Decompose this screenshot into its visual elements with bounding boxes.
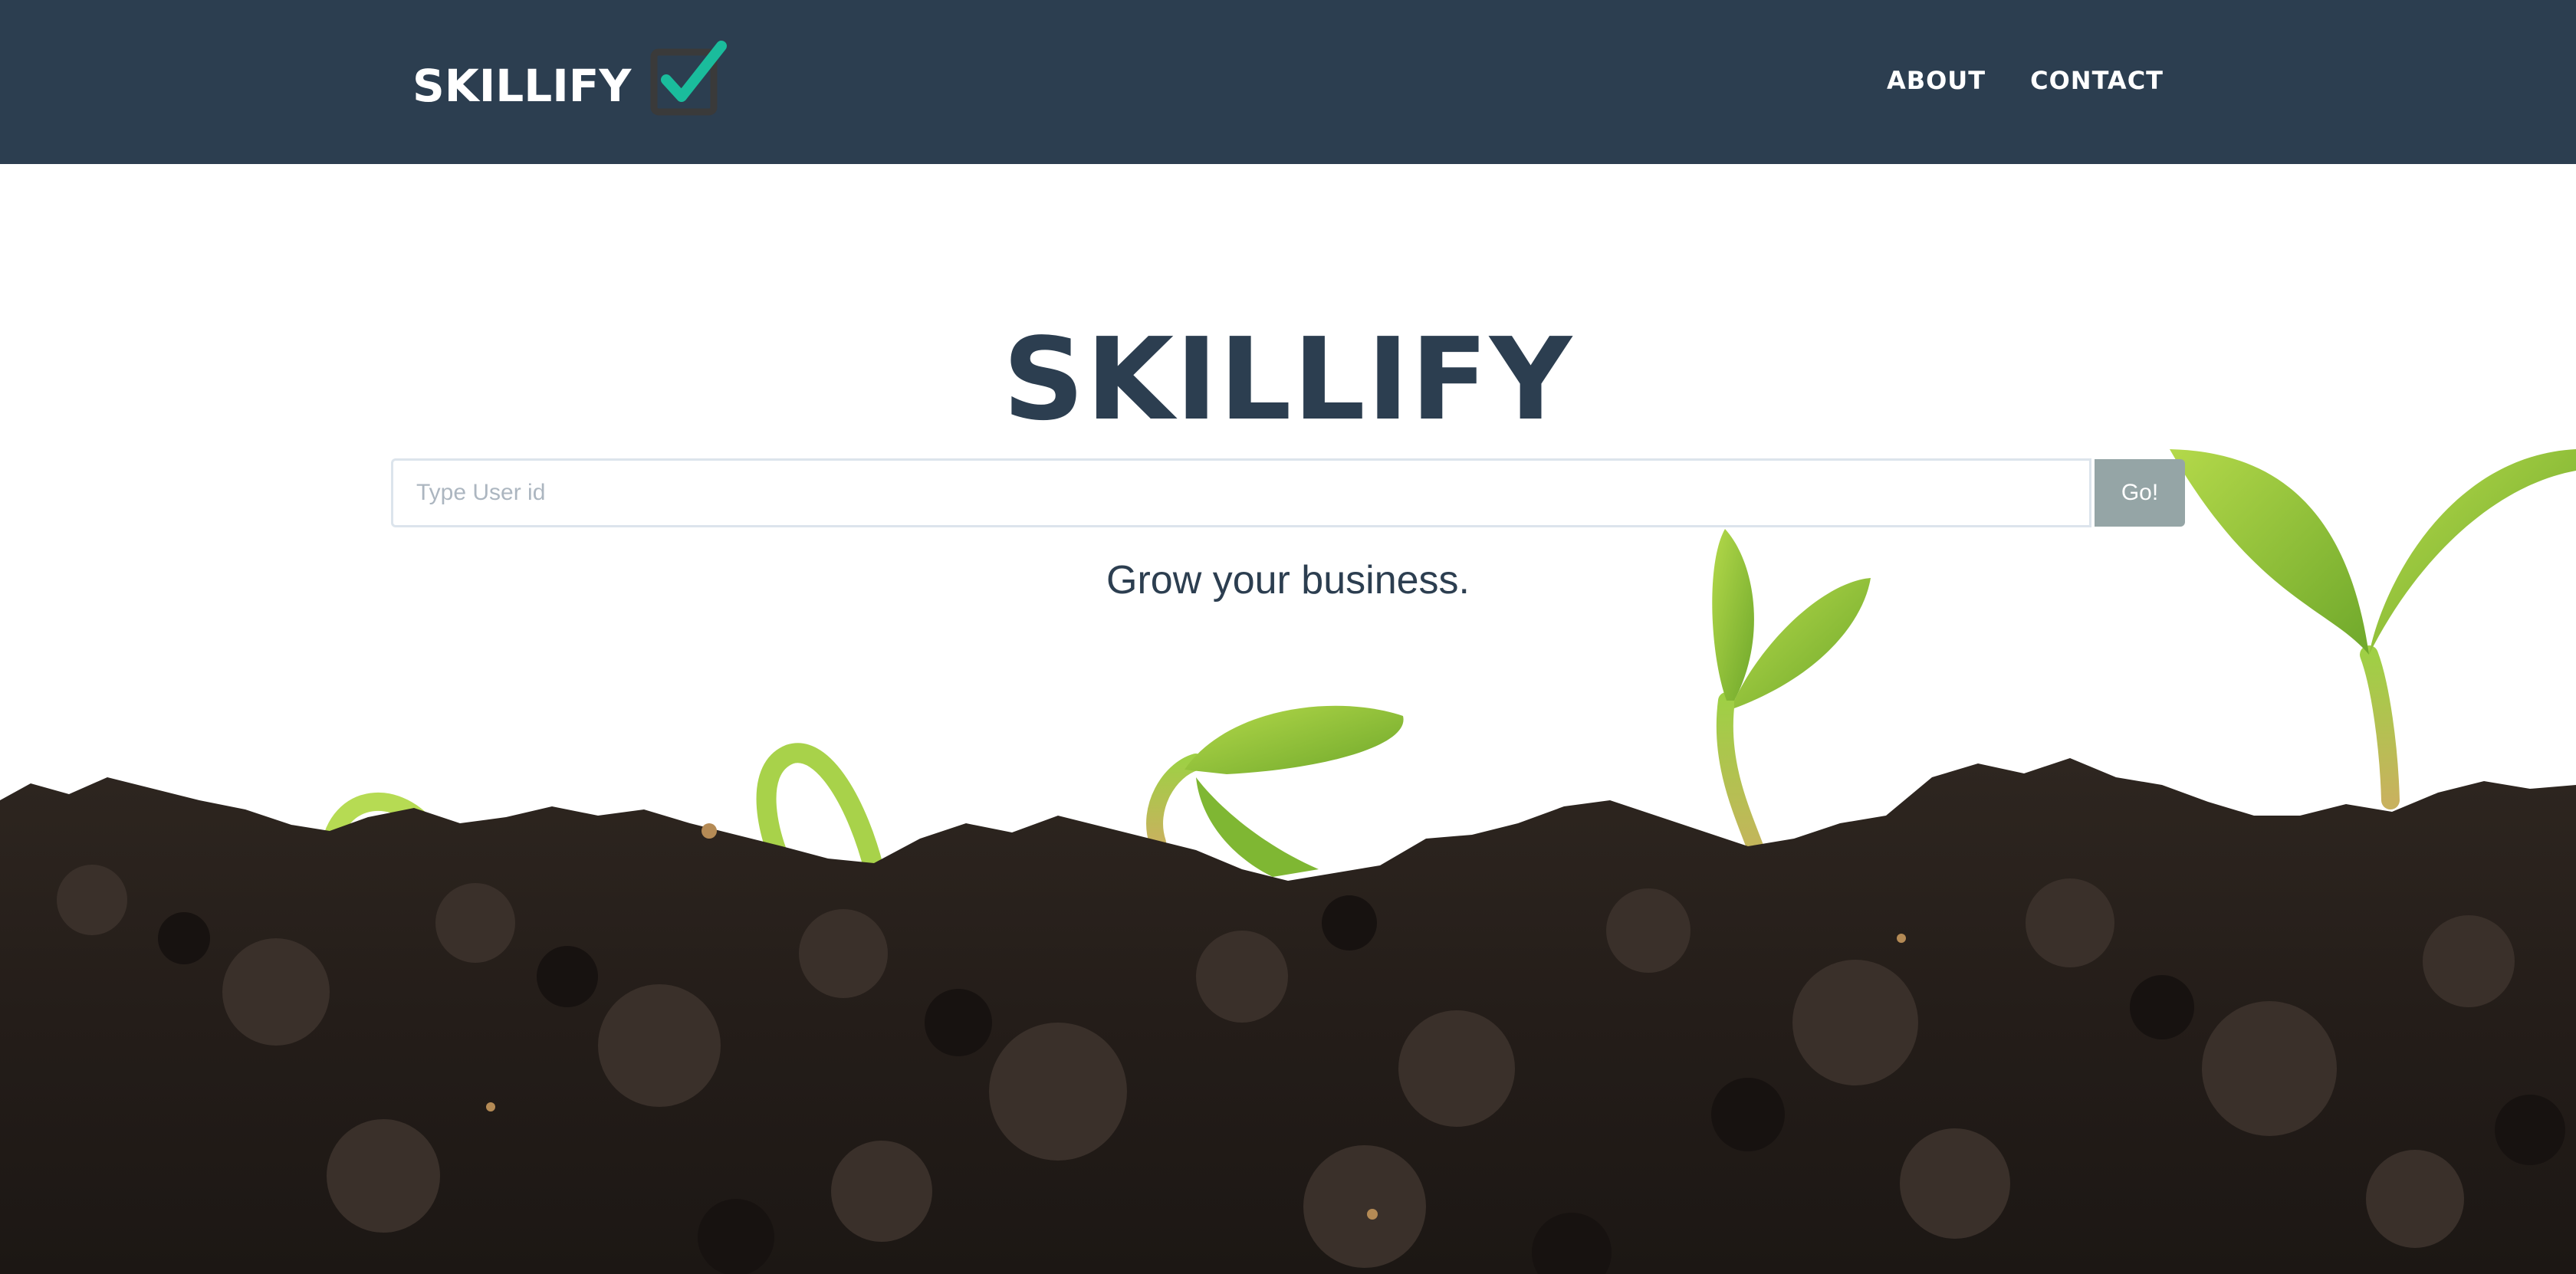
tagline: Grow your business. [1106, 558, 1470, 603]
nav-link-about[interactable]: ABOUT [1887, 61, 1986, 100]
checkbox-check-icon [646, 35, 731, 120]
seedling-tall [2170, 449, 2576, 809]
nav-links: ABOUT CONTACT [1887, 61, 2164, 100]
page: SKILLIFY ABOUT CONTACT SKILLIFY Type Use… [0, 0, 2576, 1274]
nav-link-contact[interactable]: CONTACT [2030, 61, 2164, 100]
navbar: SKILLIFY ABOUT CONTACT [0, 0, 2576, 164]
hero-title: SKILLIFY [1002, 314, 1574, 445]
user-id-input[interactable] [391, 458, 2091, 527]
hero-section: SKILLIFY Go! Grow your business. [0, 164, 2576, 1274]
search-form: Go! [391, 458, 2185, 527]
go-button[interactable]: Go! [2095, 459, 2185, 527]
brand-name: SKILLIFY [412, 60, 632, 112]
brand-link[interactable]: SKILLIFY [412, 41, 731, 124]
